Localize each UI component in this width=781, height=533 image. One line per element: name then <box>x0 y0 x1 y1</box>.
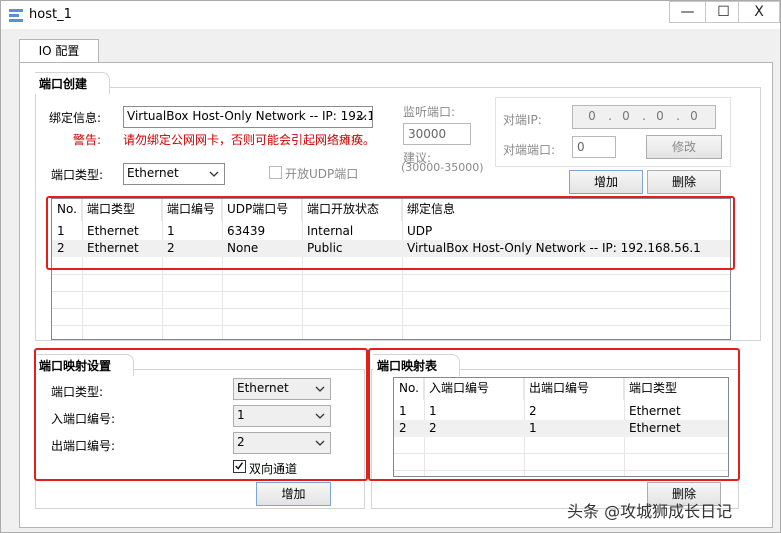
add-map-button[interactable]: 增加 <box>256 482 331 506</box>
listen-port-label: 监听端口: <box>403 105 456 119</box>
add-port-button[interactable]: 增加 <box>569 170 643 194</box>
title-bar[interactable]: host_1 — ☐ X <box>1 1 780 29</box>
peer-port-input[interactable]: 0 <box>572 136 616 158</box>
suggest-range: (30000-35000) <box>401 161 484 174</box>
ip-octet-2: 0 <box>622 109 630 123</box>
highlight-port-map-table <box>368 348 740 481</box>
highlight-port-map-settings <box>34 348 368 481</box>
port-type-select[interactable]: Ethernet <box>123 163 225 185</box>
ip-octet-1: 0 <box>588 109 596 123</box>
bind-info-label: 绑定信息: <box>49 111 102 125</box>
peer-ip-input[interactable]: 0 . 0 . 0 . 0 <box>572 105 716 129</box>
modify-button[interactable]: 修改 <box>646 135 722 159</box>
watermark: 头条 @攻城狮成长日记 <box>567 502 733 521</box>
maximize-button[interactable]: ☐ <box>705 1 742 23</box>
udp-port-checkbox-label: 开放UDP端口 <box>285 167 359 181</box>
port-type-label: 端口类型: <box>51 168 104 182</box>
warning-label: 警告: <box>73 133 102 147</box>
listen-port-input[interactable]: 30000 <box>403 123 471 145</box>
udp-port-checkbox[interactable] <box>269 166 282 179</box>
peer-port-label: 对端端口: <box>503 143 556 157</box>
delete-port-button[interactable]: 删除 <box>647 170 721 194</box>
window-title: host_1 <box>29 7 72 22</box>
ip-octet-3: 0 <box>656 109 664 123</box>
minimize-button[interactable]: — <box>669 1 706 23</box>
peer-ip-label: 对端IP: <box>503 113 542 127</box>
bind-info-select[interactable]: VirtualBox Host-Only Network -- IP: 192.… <box>123 106 373 128</box>
tab-io-config[interactable]: IO 配置 <box>19 39 99 63</box>
chevron-down-icon <box>357 114 367 120</box>
warning-text: 请勿绑定公网网卡，否则可能会引起网络瘫痪。 <box>123 133 376 147</box>
port-create-title: 端口创建 <box>35 72 111 94</box>
ip-octet-4: 0 <box>690 109 698 123</box>
app-window: host_1 — ☐ X IO 配置 端口创建 绑定信息: VirtualBox… <box>0 0 781 533</box>
close-button[interactable]: X <box>738 1 780 23</box>
highlight-port-table <box>46 196 735 270</box>
app-logo-icon <box>9 9 23 22</box>
chevron-down-icon <box>209 171 219 177</box>
port-type-value: Ethernet <box>127 166 179 180</box>
bind-info-value: VirtualBox Host-Only Network -- IP: 192.… <box>127 109 373 123</box>
